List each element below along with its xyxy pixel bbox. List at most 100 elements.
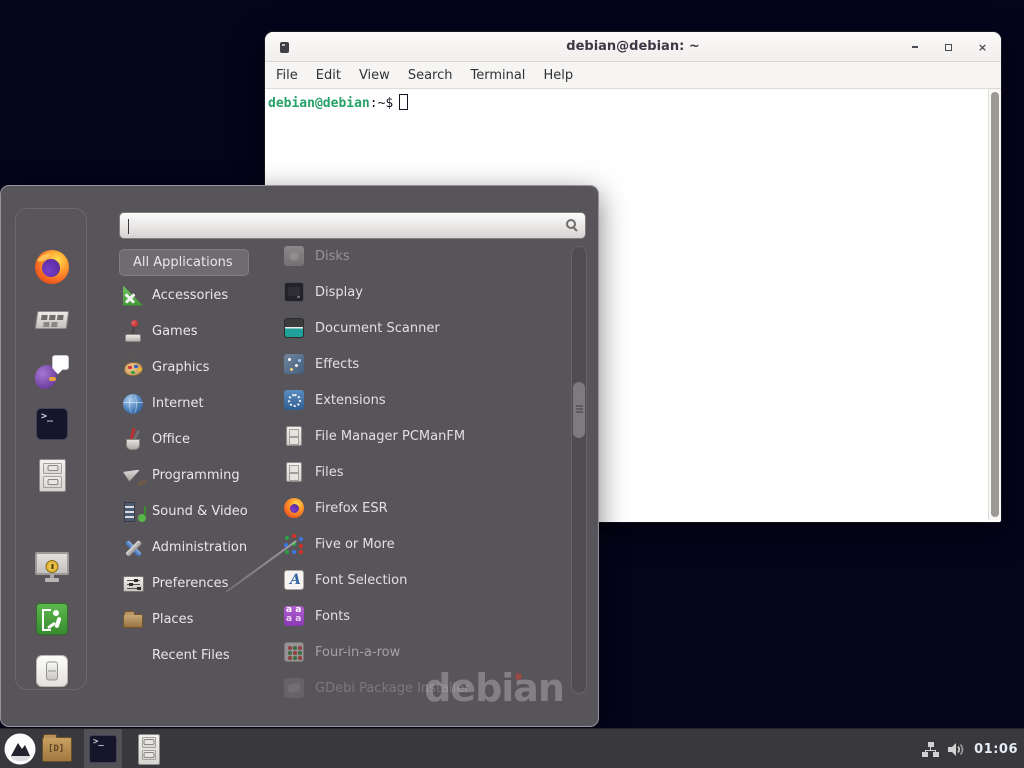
category-games[interactable]: Games	[119, 318, 284, 345]
minimize-button[interactable]	[908, 41, 921, 54]
minimize-icon	[912, 46, 918, 48]
favorite-keyboard-button[interactable]	[35, 304, 69, 338]
category-label: Graphics	[152, 360, 209, 375]
app-list-scrollbar[interactable]	[571, 246, 587, 694]
category-programming[interactable]: Programming	[119, 462, 284, 489]
network-icon[interactable]	[922, 742, 939, 757]
shutdown-button[interactable]	[35, 654, 69, 688]
display-icon	[284, 282, 304, 302]
favorites-sidebar	[15, 208, 87, 690]
app-list-scrollbar-thumb[interactable]	[573, 382, 585, 438]
app-item-display[interactable]: Display	[284, 278, 564, 306]
app-label: Fonts	[315, 609, 350, 624]
menu-search[interactable]: Search	[399, 68, 462, 83]
category-sound-video[interactable]: Sound & Video	[119, 498, 284, 525]
terminal-scrollbar[interactable]	[988, 89, 1001, 520]
menu-search-input[interactable]	[126, 215, 556, 236]
category-administration[interactable]: Administration	[119, 534, 284, 561]
clock[interactable]: 01:06	[974, 742, 1020, 757]
favorite-pidgin-button[interactable]	[35, 355, 69, 389]
application-list: Disks Display Document Scanner Effects E…	[284, 242, 564, 710]
app-item-gdebi-package-installer[interactable]: GDebi Package Installer	[284, 674, 564, 702]
menu-terminal[interactable]: Terminal	[461, 68, 534, 83]
app-item-five-or-more[interactable]: Five or More	[284, 530, 564, 558]
screensaver-icon	[35, 550, 69, 584]
app-item-firefox-esr[interactable]: Firefox ESR	[284, 494, 564, 522]
menu-search-box	[119, 212, 586, 239]
window-controls: ×	[908, 32, 989, 62]
app-item-extensions[interactable]: Extensions	[284, 386, 564, 414]
desktop: debian@debian: ~ × File Edit View Search…	[0, 0, 1024, 768]
network-node	[933, 752, 939, 757]
app-item-effects[interactable]: Effects	[284, 350, 564, 378]
taskbar: 01:06	[0, 728, 1024, 768]
app-item-four-in-a-row[interactable]: Four-in-a-row	[284, 638, 564, 666]
app-label: Effects	[315, 357, 359, 372]
terminal-window-icon	[280, 42, 289, 53]
tools-icon	[121, 536, 147, 560]
programming-icon	[121, 464, 147, 488]
menu-file[interactable]: File	[267, 68, 307, 83]
logout-icon	[36, 603, 68, 635]
terminal-scrollbar-thumb[interactable]	[991, 92, 999, 517]
gear-icon	[284, 390, 304, 410]
disks-icon	[284, 246, 304, 266]
category-graphics[interactable]: Graphics	[119, 354, 284, 381]
sliders-icon	[121, 572, 147, 596]
maximize-icon	[945, 44, 952, 51]
maximize-button[interactable]	[942, 41, 955, 54]
category-preferences[interactable]: Preferences	[119, 570, 284, 597]
pidgin-beak	[49, 377, 56, 381]
globe-icon	[121, 392, 147, 416]
logout-button[interactable]	[35, 602, 69, 636]
app-item-font-selection[interactable]: Font Selection	[284, 566, 564, 594]
favorite-file-manager-button[interactable]	[39, 459, 66, 492]
app-item-document-scanner[interactable]: Document Scanner	[284, 314, 564, 342]
firefox-icon	[284, 498, 304, 518]
category-label: All Applications	[133, 255, 233, 270]
category-recent-files[interactable]: Recent Files	[119, 642, 284, 669]
app-item-fonts[interactable]: Fonts	[284, 602, 564, 630]
application-menu: debian	[0, 185, 599, 727]
terminal-cursor	[399, 94, 408, 110]
favorite-terminal-button[interactable]	[35, 407, 69, 441]
colored-dots-icon	[284, 534, 304, 554]
cabinet-drawer	[142, 750, 156, 760]
accessories-icon	[121, 284, 147, 308]
menu-edit[interactable]: Edit	[307, 68, 350, 83]
scanner-icon	[284, 318, 304, 338]
category-label: Programming	[152, 468, 240, 483]
menu-help[interactable]: Help	[534, 68, 582, 83]
letter-a-icon	[284, 570, 304, 590]
text-caret	[128, 219, 129, 234]
terminal-icon	[36, 408, 68, 440]
home-folder-launcher[interactable]	[42, 737, 72, 762]
monitor-stand	[45, 578, 59, 582]
app-label: Extensions	[315, 393, 386, 408]
favorite-firefox-button[interactable]	[35, 250, 69, 284]
taskbar-file-manager-button[interactable]	[130, 729, 168, 768]
pidgin-icon	[35, 355, 69, 389]
cabinet-drawer	[43, 463, 62, 474]
category-accessories[interactable]: Accessories	[119, 282, 284, 309]
menu-view[interactable]: View	[350, 68, 399, 83]
terminal-titlebar[interactable]: debian@debian: ~ ×	[265, 32, 1001, 62]
lock-screen-button[interactable]	[35, 550, 69, 584]
category-places[interactable]: Places	[119, 606, 284, 633]
close-button[interactable]: ×	[976, 41, 989, 54]
volume-icon[interactable]	[947, 742, 966, 757]
menu-button[interactable]	[4, 733, 36, 765]
app-label: Font Selection	[315, 573, 407, 588]
app-label: File Manager PCManFM	[315, 429, 465, 444]
category-internet[interactable]: Internet	[119, 390, 284, 417]
app-item-file-manager-pcmanfm[interactable]: File Manager PCManFM	[284, 422, 564, 450]
category-office[interactable]: Office	[119, 426, 284, 453]
power-switch-icon	[36, 655, 68, 687]
app-label: Display	[315, 285, 363, 300]
folder-icon	[121, 608, 147, 632]
clock-face-icon	[46, 560, 59, 573]
taskbar-terminal-button[interactable]	[84, 729, 122, 768]
app-item-files[interactable]: Files	[284, 458, 564, 486]
category-all-applications[interactable]: All Applications	[119, 249, 249, 276]
app-item-disks[interactable]: Disks	[284, 242, 564, 270]
